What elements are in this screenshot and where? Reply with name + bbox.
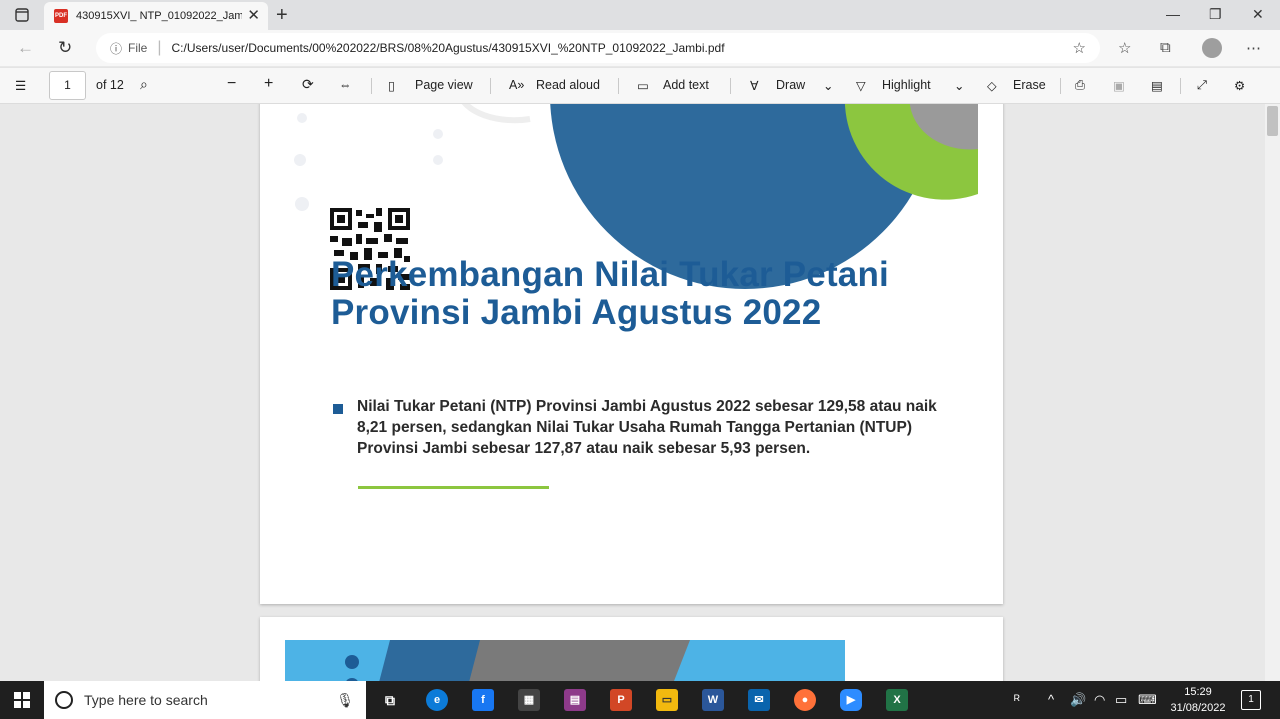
add-favorite-icon[interactable]: ☆ xyxy=(1073,39,1086,57)
heading-line-1: Perkembangan Nilai Tukar Petani xyxy=(331,255,889,294)
save-as-icon[interactable]: ▤ xyxy=(1151,78,1163,93)
back-icon[interactable]: ← xyxy=(17,38,34,58)
green-divider xyxy=(358,486,549,489)
draw-dropdown-icon[interactable]: ⌄ xyxy=(823,78,833,93)
page-total-label: of 12 xyxy=(96,78,124,92)
pdf-page-2 xyxy=(260,617,1003,681)
clock-date: 31/08/2022 xyxy=(1170,702,1226,714)
eraser-icon[interactable]: ◇ xyxy=(987,78,997,93)
toolbar-divider xyxy=(618,78,619,94)
pdf-toolbar: ☰ 1 of 12 ⌕ − + ⟳ ⇔ ▯ Page view A» Read … xyxy=(0,67,1280,104)
add-text-icon[interactable]: ▭ xyxy=(637,78,649,93)
rotate-icon[interactable]: ⟳ xyxy=(302,76,314,93)
highlight-button[interactable]: Highlight xyxy=(882,78,931,92)
search-placeholder: Type here to search xyxy=(84,692,208,708)
zoom-in-icon[interactable]: + xyxy=(264,75,273,93)
cortana-icon xyxy=(55,691,73,709)
fit-width-icon[interactable]: ⇔ xyxy=(339,78,352,92)
toolbar-divider xyxy=(730,78,731,94)
find-icon[interactable]: ⌕ xyxy=(140,76,148,93)
summary-paragraph: Nilai Tukar Petani (NTP) Provinsi Jambi … xyxy=(357,398,937,457)
notification-icon[interactable]: 1 xyxy=(1241,690,1261,710)
bullet-square xyxy=(333,404,343,414)
file-label: File xyxy=(128,41,148,55)
excel-icon[interactable]: X xyxy=(886,689,908,711)
draw-button[interactable]: Draw xyxy=(776,78,805,92)
microphone-icon[interactable]: 🎙 xyxy=(336,692,354,709)
tab-actions-icon[interactable] xyxy=(14,7,30,23)
highlight-icon[interactable]: ▽ xyxy=(856,78,866,93)
keyboard-icon[interactable]: ⌨ xyxy=(1138,692,1157,708)
address-bar-row: ← ↻ ⓘ File | C:/Users/user/Documents/00%… xyxy=(0,30,1280,66)
table-of-contents-icon[interactable]: ☰ xyxy=(15,78,26,93)
winrar-icon[interactable]: ▤ xyxy=(564,689,586,711)
url-text: C:/Users/user/Documents/00%202022/BRS/08… xyxy=(171,41,725,55)
edge-icon[interactable]: e xyxy=(426,689,448,711)
draw-icon[interactable]: ∀ xyxy=(750,78,759,93)
windows-start-icon[interactable] xyxy=(14,692,30,713)
windows-taskbar: Type here to search 🎙 ⧉ e f ▦ ▤ P ▭ W ✉ … xyxy=(0,681,1280,719)
url-separator: | xyxy=(157,39,162,56)
toolbar-divider xyxy=(1060,78,1061,94)
toolbar-divider xyxy=(1180,78,1181,94)
add-text-button[interactable]: Add text xyxy=(663,78,709,92)
fullscreen-icon[interactable]: ⤢ xyxy=(1197,78,1207,93)
close-window-icon[interactable]: ✕ xyxy=(1252,6,1264,23)
toolbar-divider xyxy=(371,78,372,94)
browser-tab[interactable]: PDF 430915XVI_ NTP_01092022_Jamb ✕ xyxy=(44,2,268,30)
save-icon[interactable]: ▣ xyxy=(1113,78,1125,93)
facebook-icon[interactable]: f xyxy=(472,689,494,711)
task-view-icon[interactable]: ⧉ xyxy=(379,689,401,711)
mail-icon[interactable]: ✉ xyxy=(748,689,770,711)
profile-avatar[interactable] xyxy=(1202,38,1222,58)
battery-icon[interactable]: ▭ xyxy=(1115,692,1127,708)
erase-button[interactable]: Erase xyxy=(1013,78,1046,92)
taskbar-search[interactable]: Type here to search 🎙 xyxy=(44,681,366,719)
page-2-decoration xyxy=(285,640,845,681)
page-view-button[interactable]: Page view xyxy=(415,78,473,92)
clock-time: 15:29 xyxy=(1184,686,1212,698)
show-hidden-icons-icon[interactable]: ^ xyxy=(1048,692,1054,707)
settings-gear-icon[interactable]: ⚙ xyxy=(1234,78,1245,93)
more-menu-icon[interactable]: ⋯ xyxy=(1246,39,1261,57)
minimize-icon[interactable]: — xyxy=(1166,6,1180,22)
read-aloud-button[interactable]: Read aloud xyxy=(536,78,600,92)
store-icon[interactable]: ▦ xyxy=(518,689,540,711)
collections-icon[interactable]: ⧉ xyxy=(1160,39,1171,56)
wifi-icon[interactable]: ◠ xyxy=(1094,692,1105,708)
notification-count: 1 xyxy=(1248,694,1254,705)
restore-icon[interactable]: ❐ xyxy=(1209,6,1222,23)
read-aloud-icon[interactable]: A» xyxy=(509,78,524,92)
file-explorer-icon[interactable]: ▭ xyxy=(656,689,678,711)
word-icon[interactable]: W xyxy=(702,689,724,711)
heading-line-2: Provinsi Jambi Agustus 2022 xyxy=(331,293,822,332)
volume-icon[interactable]: 🔊 xyxy=(1070,692,1086,708)
scrollbar-thumb[interactable] xyxy=(1267,106,1278,136)
vertical-scrollbar[interactable] xyxy=(1265,104,1280,681)
zoom-out-icon[interactable]: − xyxy=(227,75,236,93)
refresh-icon[interactable]: ↻ xyxy=(58,38,72,58)
document-heading: Perkembangan Nilai Tukar Petani Provinsi… xyxy=(331,256,971,332)
taskbar-clock[interactable]: 15:29 31/08/2022 xyxy=(1166,684,1230,716)
pdf-icon: PDF xyxy=(54,9,68,23)
favorites-icon[interactable]: ☆ xyxy=(1118,39,1131,57)
tab-strip: PDF 430915XVI_ NTP_01092022_Jamb ✕ + — ❐… xyxy=(0,0,1280,30)
toolbar-divider xyxy=(490,78,491,94)
new-tab-icon[interactable]: + xyxy=(276,4,288,27)
pdf-viewer[interactable]: Perkembangan Nilai Tukar Petani Provinsi… xyxy=(0,104,1265,681)
highlight-dropdown-icon[interactable]: ⌄ xyxy=(954,78,964,93)
firefox-icon[interactable]: ● xyxy=(794,689,816,711)
close-tab-icon[interactable]: ✕ xyxy=(247,8,260,24)
page-number-input[interactable]: 1 xyxy=(49,71,86,100)
zoom-icon[interactable]: ▶ xyxy=(840,689,862,711)
page-view-icon[interactable]: ▯ xyxy=(388,78,395,93)
people-icon[interactable]: ᴿ xyxy=(1014,692,1020,707)
pdf-page: Perkembangan Nilai Tukar Petani Provinsi… xyxy=(260,104,1003,604)
powerpoint-icon[interactable]: P xyxy=(610,689,632,711)
info-icon[interactable]: ⓘ xyxy=(110,40,122,57)
url-field[interactable]: ⓘ File | C:/Users/user/Documents/00%2020… xyxy=(96,33,1100,63)
tab-title: 430915XVI_ NTP_01092022_Jamb xyxy=(76,10,242,22)
print-icon[interactable]: ⎙ xyxy=(1075,78,1085,93)
